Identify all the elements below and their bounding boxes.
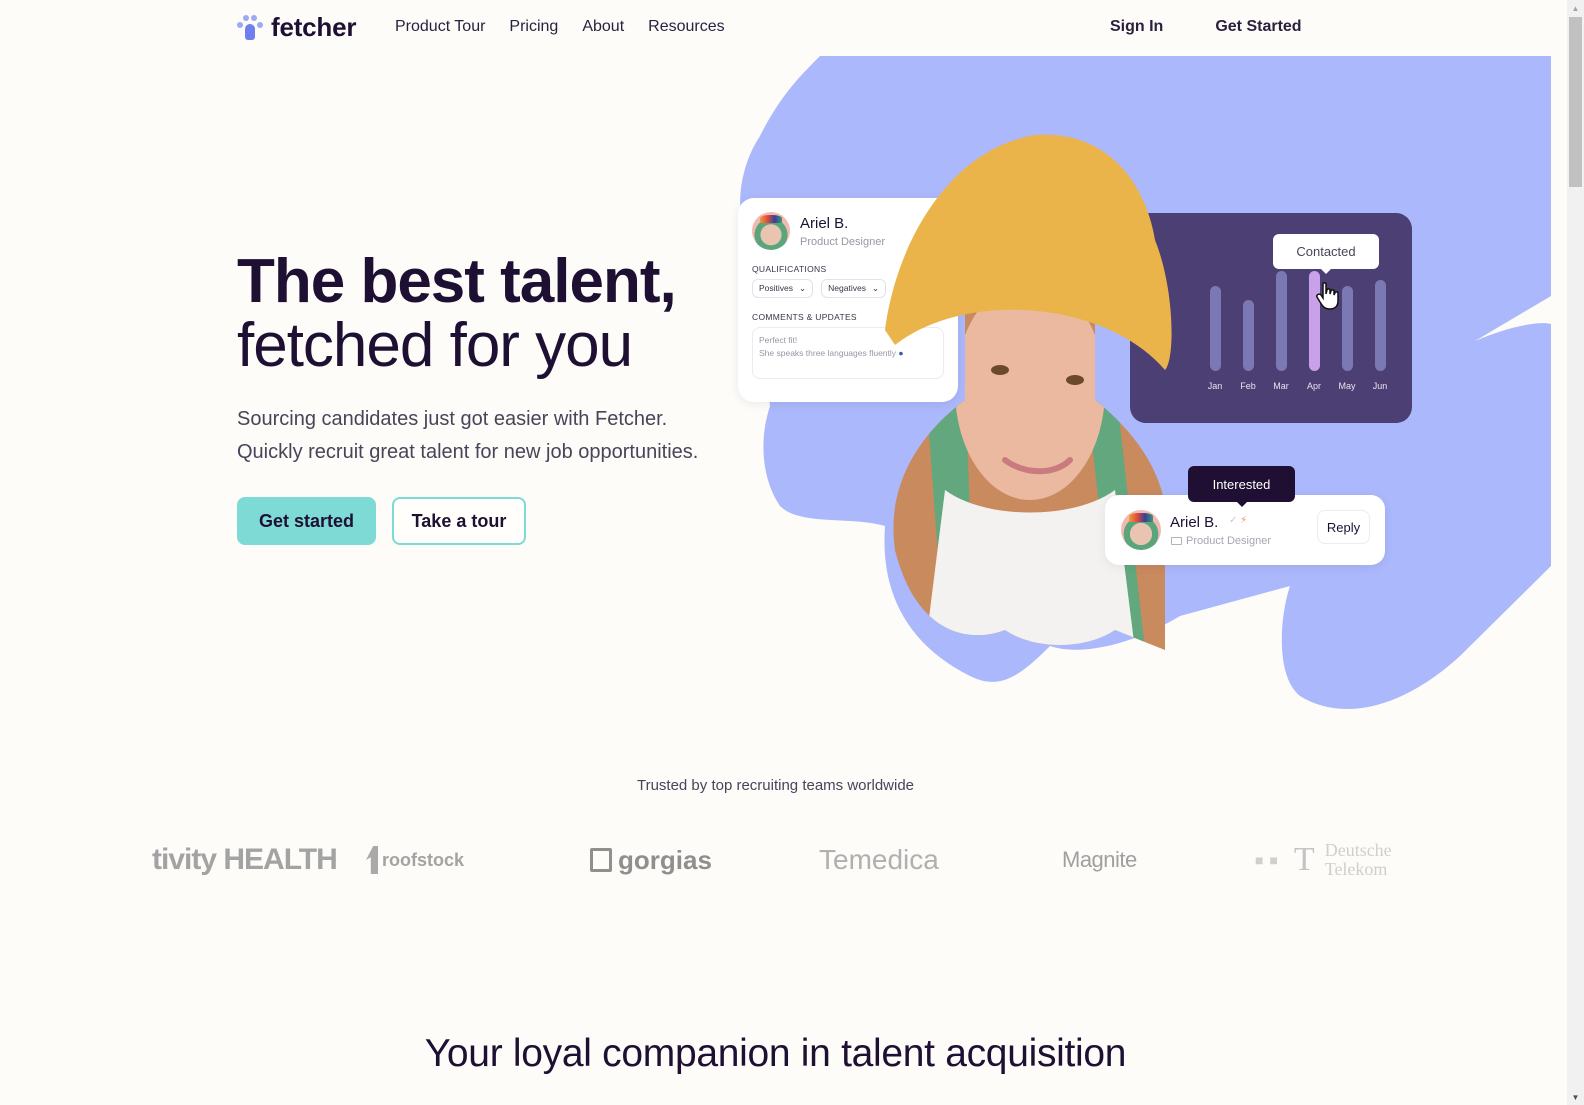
chart-month-label: Mar	[1273, 381, 1289, 391]
primary-nav: Product Tour Pricing About Resources	[395, 18, 725, 36]
paw-logo-icon	[237, 14, 263, 41]
reply-button[interactable]: Reply	[1317, 510, 1370, 544]
chart-month-label: Jan	[1207, 381, 1223, 391]
interested-tooltip: Interested	[1188, 466, 1295, 507]
nav-actions: Sign In Get Started	[1110, 18, 1302, 36]
roofstock-mark-icon	[366, 846, 378, 874]
nav-product-tour[interactable]: Product Tour	[395, 18, 485, 36]
nav-about[interactable]: About	[582, 18, 624, 36]
chart-month-label: May	[1338, 381, 1356, 391]
logo-temedica: Temedica	[819, 844, 939, 875]
chevron-down-icon: ⌄	[871, 283, 880, 293]
nav-pricing[interactable]: Pricing	[509, 18, 558, 36]
candidate-photo	[885, 134, 1172, 650]
candidate-role: Product Designer	[800, 235, 885, 248]
chart-month-label: Feb	[1240, 381, 1256, 391]
chip-label: Negatives	[828, 283, 866, 293]
section-heading: Your loyal companion in talent acquisiti…	[424, 1032, 1127, 1075]
hero-subtitle-line1: Sourcing candidates just got easier with…	[237, 408, 668, 430]
chart-bar-feb[interactable]	[1243, 300, 1254, 371]
check-icon: ✓	[1229, 515, 1238, 526]
candidate-name: Ariel B.	[1170, 514, 1219, 531]
get-started-button[interactable]: Get started	[237, 497, 376, 545]
logo-magnite: Magnite	[1062, 847, 1137, 872]
chart-bar-jun[interactable]	[1375, 280, 1386, 371]
scroll-down-arrow-icon[interactable]: ▼	[1567, 1089, 1584, 1105]
logo-gorgias: gorgias	[590, 835, 712, 885]
nav-resources[interactable]: Resources	[648, 18, 724, 36]
scrollbar-thumb[interactable]	[1569, 17, 1582, 187]
customer-logos: tivity HEALTH roofstock gorgias Temedica…	[0, 835, 1551, 885]
hero-title-line2: fetched for you	[237, 311, 633, 380]
brand-name: fetcher	[271, 12, 357, 42]
chevron-down-icon: ⌄	[799, 283, 807, 293]
brand-logo[interactable]: fetcher	[237, 12, 356, 43]
bolt-icon: ⚡	[1240, 515, 1248, 526]
chip-label: Positives	[759, 283, 794, 293]
folder-icon	[1171, 537, 1182, 545]
gorgias-mark-icon	[590, 848, 612, 872]
chart-bar-may[interactable]	[1342, 286, 1353, 371]
chart-bar-mar[interactable]	[1276, 271, 1287, 371]
scroll-up-arrow-icon[interactable]: ▲	[1567, 0, 1584, 16]
hero-title: The best talent, fetched for you	[237, 247, 677, 380]
take-a-tour-button[interactable]: Take a tour	[392, 497, 526, 545]
candidate-name: Ariel B.	[800, 214, 849, 232]
logo-tivity: tivity HEALTH	[152, 843, 338, 876]
page-scrollbar[interactable]: ▲ ▼	[1567, 0, 1584, 1105]
contacted-tooltip: Contacted	[1273, 234, 1379, 274]
chart-month-label: Apr	[1306, 381, 1321, 391]
candidate-avatar	[1121, 510, 1161, 550]
negatives-dropdown[interactable]: Negatives ⌄	[821, 279, 887, 298]
candidate-avatar	[752, 212, 790, 250]
logo-roofstock: roofstock	[366, 835, 464, 885]
positives-dropdown[interactable]: Positives ⌄	[752, 279, 814, 298]
candidate-role: Product Designer	[1186, 535, 1271, 547]
hero-subtitle-line2: Quickly recruit great talent for new job…	[237, 441, 699, 463]
hand-cursor-icon	[1316, 282, 1339, 310]
hero-subtitle: Sourcing candidates just got easier with…	[237, 403, 698, 469]
sign-in-link[interactable]: Sign In	[1110, 18, 1163, 36]
chart-bar-jan[interactable]	[1210, 286, 1221, 371]
chart-month-label: Jun	[1372, 381, 1388, 391]
hero-title-line1: The best talent,	[237, 247, 677, 316]
top-nav: fetcher Product Tour Pricing About Resou…	[0, 0, 1551, 56]
comment-line: She speaks three languages fluently	[759, 348, 897, 358]
trusted-heading: Trusted by top recruiting teams worldwid…	[636, 777, 915, 794]
get-started-link[interactable]: Get Started	[1215, 18, 1301, 36]
logo-deutsche-telekom: ■■ T Deutsche Telekom	[1255, 840, 1392, 879]
